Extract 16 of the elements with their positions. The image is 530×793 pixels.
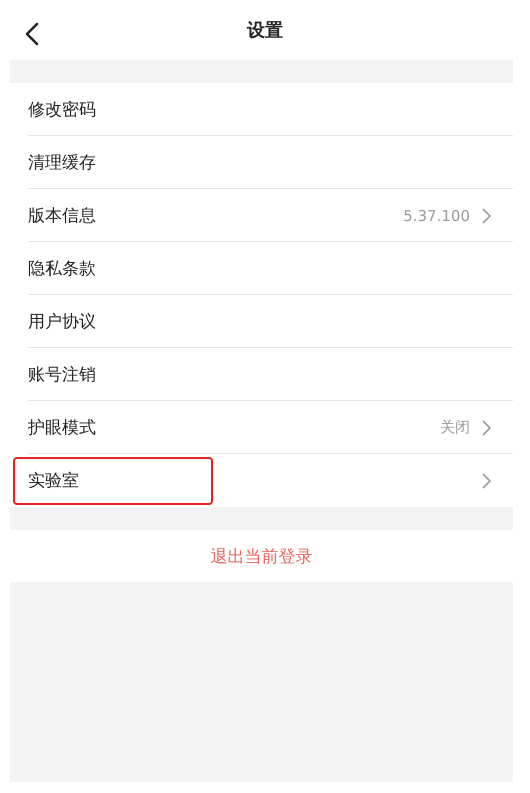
settings-row[interactable]: 实验室 xyxy=(10,454,513,507)
back-icon[interactable] xyxy=(25,22,39,46)
settings-item[interactable]: 护眼模式 xyxy=(28,416,96,439)
setting-value: 关闭 xyxy=(440,418,470,437)
settings-item[interactable]: 隐私条款 xyxy=(28,257,96,280)
chevron-right-icon xyxy=(482,420,491,436)
settings-item[interactable]: 实验室 xyxy=(13,456,213,504)
setting-value: 5.37.100 xyxy=(403,206,470,224)
settings-item[interactable]: 清理缓存 xyxy=(28,151,96,174)
chevron-right-icon xyxy=(482,472,491,488)
chevron-right-icon xyxy=(482,208,491,224)
settings-item[interactable]: 修改密码 xyxy=(28,98,96,121)
settings-item[interactable]: 账号注销 xyxy=(28,363,96,386)
settings-item[interactable]: 用户协议 xyxy=(28,310,96,333)
page-title: 设置 xyxy=(247,19,283,42)
settings-item[interactable]: 版本信息 xyxy=(28,204,96,227)
